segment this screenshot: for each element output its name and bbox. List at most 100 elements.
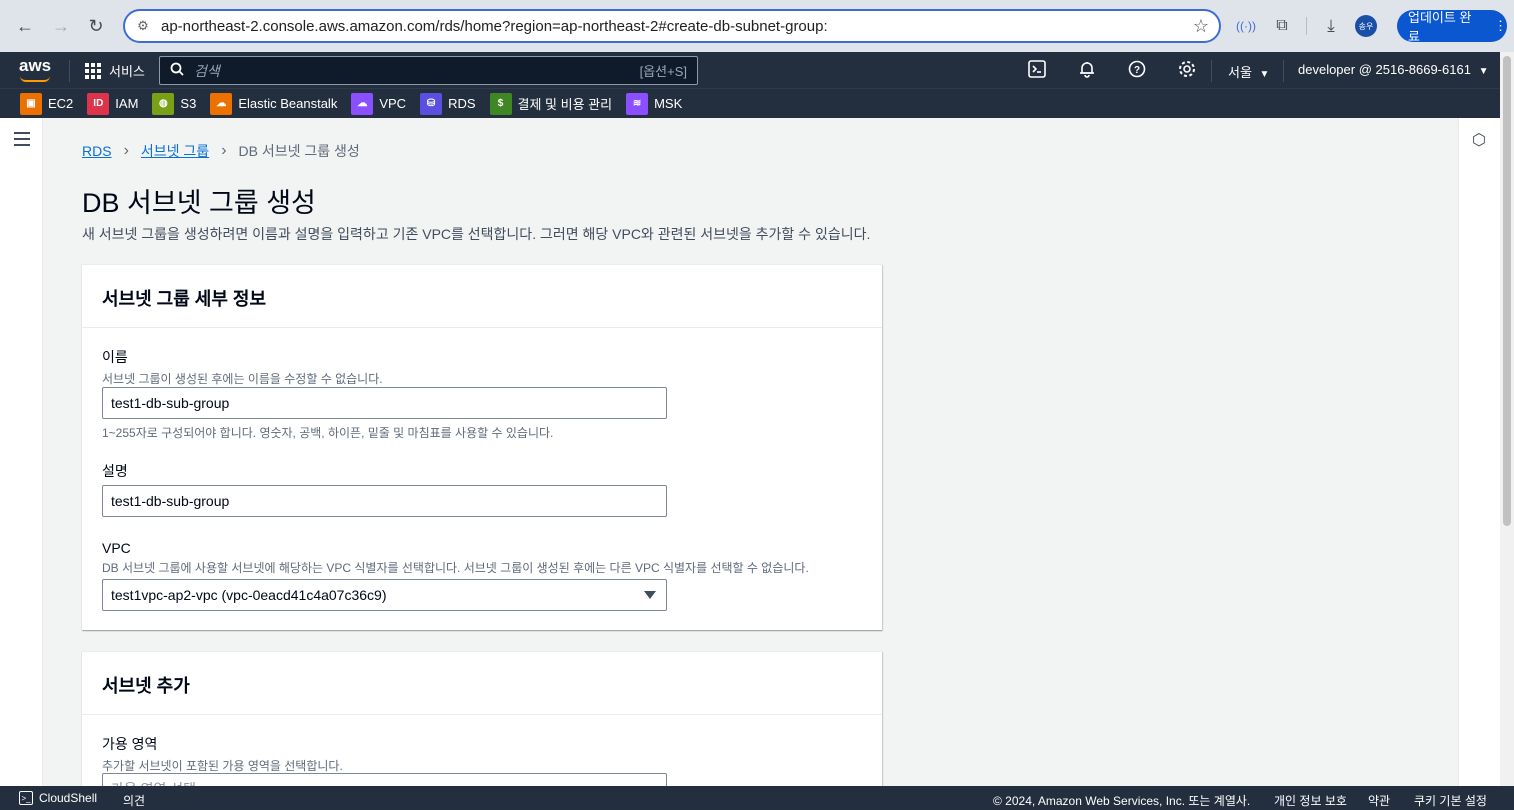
aws-logo-smile <box>20 76 50 82</box>
name-label: 이름 <box>102 349 128 365</box>
services-label: 서비스 <box>109 64 145 79</box>
favorite-label: RDS <box>448 96 476 111</box>
page-title: DB 서브넷 그룹 생성 <box>82 188 316 218</box>
update-button-label: 업데이트 완료 <box>1408 10 1472 44</box>
vpc-select[interactable]: test1vpc-ap2-vpc (vpc-0eacd41c4a07c36c9) <box>102 579 667 611</box>
favorite-label: MSK <box>654 96 683 111</box>
account-menu[interactable]: developer @ 2516-8669-6161 ▼ <box>1298 62 1488 77</box>
privacy-link[interactable]: 개인 정보 보호 <box>1274 792 1347 809</box>
aws-top-nav: aws 서비스 검색 [옵션+S] ? 서울 ▼ developer @ 251… <box>0 52 1500 88</box>
panel-title: 서브넷 그룹 세부 정보 <box>82 265 882 328</box>
nav-divider <box>1283 60 1284 82</box>
favorite-rds[interactable]: ⛁ RDS <box>420 92 476 115</box>
caret-down-icon <box>644 591 656 599</box>
name-description: 서브넷 그룹이 생성된 후에는 이름을 수정할 수 없습니다. <box>102 372 383 386</box>
services-menu-button[interactable]: 서비스 <box>85 61 145 80</box>
cookie-preferences-link[interactable]: 쿠키 기본 설정 <box>1414 792 1487 809</box>
billing-icon: $ <box>489 92 512 115</box>
browser-toolbar: ← → ↻ ⚙ ap-northeast-2.console.aws.amazo… <box>0 0 1514 52</box>
bookmark-star-icon[interactable]: ☆ <box>1183 16 1219 37</box>
name-input[interactable]: test1-db-sub-group <box>102 387 667 419</box>
address-bar[interactable]: ⚙ ap-northeast-2.console.aws.amazon.com/… <box>123 9 1221 43</box>
favorite-label: S3 <box>180 96 197 111</box>
az-label: 가용 영역 <box>102 736 158 752</box>
cloudshell-button[interactable]: >_ CloudShell <box>19 791 97 805</box>
forward-arrow-icon[interactable]: → <box>44 9 78 43</box>
vpc-field-group: VPC DB 서브넷 그룹에 사용할 서브넷에 해당하는 VPC 식별자를 선택… <box>102 540 809 576</box>
nav-divider <box>69 60 70 82</box>
vpc-icon: ☁ <box>351 92 374 115</box>
extensions-icon[interactable]: ⧉ <box>1270 17 1294 35</box>
tools-panel-icon[interactable]: ⬡ <box>1472 130 1486 150</box>
msk-icon: ≋ <box>626 92 649 115</box>
aws-logo[interactable]: aws <box>19 56 51 76</box>
search-icon <box>170 62 184 79</box>
breadcrumb-current: DB 서브넷 그룹 생성 <box>238 143 360 159</box>
panel-title: 서브넷 추가 <box>82 652 882 715</box>
name-field-group: 이름 서브넷 그룹이 생성된 후에는 이름을 수정할 수 없습니다. <box>102 347 383 387</box>
cloudshell-icon[interactable] <box>1026 58 1048 80</box>
toolbar-divider <box>1306 17 1307 35</box>
vpc-selected-value: test1vpc-ap2-vpc (vpc-0eacd41c4a07c36c9) <box>111 587 387 603</box>
az-description: 추가할 서브넷이 포함된 가용 영역을 선택합니다. <box>102 759 343 773</box>
region-label: 서울 <box>1228 65 1252 80</box>
favorite-ec2[interactable]: ▣ EC2 <box>20 92 74 115</box>
description-input[interactable]: test1-db-sub-group <box>102 485 667 517</box>
back-arrow-icon[interactable]: ← <box>8 9 42 43</box>
reload-icon[interactable]: ↻ <box>79 9 113 43</box>
settings-gear-icon[interactable] <box>1176 58 1198 80</box>
download-icon[interactable]: ⤓ <box>1319 16 1343 36</box>
page-description: 새 서브넷 그룹을 생성하려면 이름과 설명을 입력하고 기존 VPC를 선택합… <box>82 226 871 242</box>
terms-link[interactable]: 약관 <box>1368 792 1390 809</box>
favorite-msk[interactable]: ≋ MSK <box>626 92 683 115</box>
hamburger-menu-icon[interactable] <box>14 132 30 150</box>
grid-menu-icon <box>85 62 101 79</box>
favorite-label: EC2 <box>48 96 74 111</box>
browser-actions: ((·)) ⧉ ⤓ 송우 <box>1234 9 1377 43</box>
add-subnets-panel: 서브넷 추가 가용 영역 추가할 서브넷이 포함된 가용 영역을 선택합니다. … <box>82 651 882 805</box>
scrollbar-thumb[interactable] <box>1503 56 1511 526</box>
search-placeholder: 검색 <box>194 62 220 79</box>
feedback-link[interactable]: 의견 <box>123 792 145 809</box>
breadcrumb-rds[interactable]: RDS <box>82 143 112 159</box>
profile-avatar[interactable]: 송우 <box>1355 15 1377 37</box>
cloudshell-icon: >_ <box>19 791 33 805</box>
favorite-billing[interactable]: $ 결제 및 비용 관리 <box>489 92 613 115</box>
copyright-text: © 2024, Amazon Web Services, Inc. 또는 계열사… <box>993 794 1251 808</box>
name-constraint: 1~255자로 구성되어야 합니다. 영숫자, 공백, 하이픈, 밑줄 및 마침… <box>102 426 554 440</box>
broadcast-icon[interactable]: ((·)) <box>1234 19 1258 33</box>
vpc-label: VPC <box>102 540 131 556</box>
more-vert-icon: ⋮ <box>1494 18 1507 33</box>
favorite-vpc[interactable]: ☁ VPC <box>351 92 407 115</box>
chevron-right-icon: › <box>221 142 227 159</box>
account-label: developer @ 2516-8669-6161 <box>1298 62 1471 77</box>
favorite-elastic-beanstalk[interactable]: ☁ Elastic Beanstalk <box>210 92 337 115</box>
page-scrollbar[interactable] <box>1500 52 1514 786</box>
url-text[interactable]: ap-northeast-2.console.aws.amazon.com/rd… <box>161 18 1183 35</box>
region-selector[interactable]: 서울 ▼ <box>1228 62 1269 81</box>
favorite-label: IAM <box>115 96 139 111</box>
notification-bell-icon[interactable] <box>1076 58 1098 80</box>
favorite-s3[interactable]: ◍ S3 <box>152 92 197 115</box>
search-input[interactable]: 검색 [옵션+S] <box>159 56 698 85</box>
svg-text:?: ? <box>1134 65 1140 76</box>
favorite-label: 결제 및 비용 관리 <box>517 97 613 112</box>
cloudshell-label: CloudShell <box>39 791 98 805</box>
breadcrumb-subnet-groups[interactable]: 서브넷 그룹 <box>141 141 209 161</box>
iam-icon: ID <box>87 92 110 115</box>
caret-down-icon: ▼ <box>1259 69 1270 80</box>
favorite-label: VPC <box>379 96 407 111</box>
site-settings-icon[interactable]: ⚙ <box>125 18 161 34</box>
breadcrumb: RDS › 서브넷 그룹 › DB 서브넷 그룹 생성 <box>82 141 360 161</box>
beanstalk-icon: ☁ <box>210 92 233 115</box>
help-icon[interactable]: ? <box>1126 58 1148 80</box>
favorites-bar: ▣ EC2 ID IAM ◍ S3 ☁ Elastic Beanstalk ☁ … <box>0 88 1500 118</box>
ec2-icon: ▣ <box>20 92 42 115</box>
subnet-group-details-panel: 서브넷 그룹 세부 정보 이름 서브넷 그룹이 생성된 후에는 이름을 수정할 … <box>82 264 882 630</box>
right-tools-drawer: ⬡ <box>1458 118 1500 786</box>
nav-divider <box>1211 60 1212 82</box>
rds-icon: ⛁ <box>420 92 443 115</box>
favorite-iam[interactable]: ID IAM <box>87 92 139 115</box>
update-button[interactable]: 업데이트 완료 ⋮ <box>1397 10 1507 44</box>
vpc-description: DB 서브넷 그룹에 사용할 서브넷에 해당하는 VPC 식별자를 선택합니다.… <box>102 561 809 575</box>
